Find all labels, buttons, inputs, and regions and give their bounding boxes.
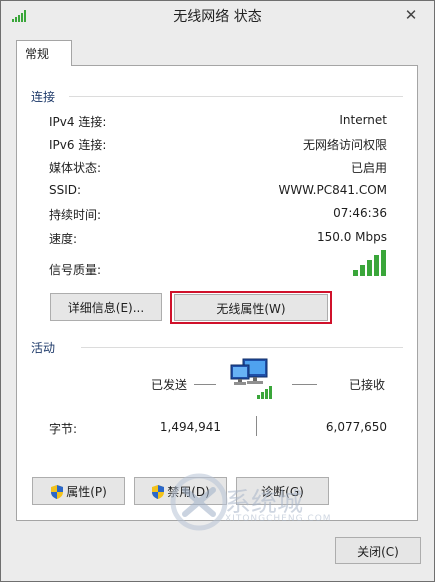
network-computers-icon: [229, 357, 281, 408]
speed-value: 150.0 Mbps: [316, 230, 387, 244]
title-bar[interactable]: 无线网络 状态 ✕: [1, 1, 434, 33]
ipv6-value: 无网络访问权限: [302, 138, 387, 152]
connection-section-title: 连接: [31, 90, 56, 104]
signal-strength-icon: [353, 250, 386, 276]
close-icon[interactable]: ✕: [400, 5, 422, 25]
duration-value: 07:46:36: [333, 206, 387, 220]
uac-shield-icon: [50, 485, 64, 499]
close-button[interactable]: 关闭(C): [335, 537, 421, 564]
wireless-status-dialog: 无线网络 状态 ✕ 常规 连接 IPv4 连接: Internet IPv6 连…: [0, 0, 435, 582]
close-button-label: 关闭(C): [357, 545, 399, 559]
wireless-properties-button[interactable]: 无线属性(W): [174, 294, 328, 321]
wireless-properties-button-label: 无线属性(W): [216, 302, 286, 316]
signal-bar: [381, 250, 386, 276]
duration-label: 持续时间:: [49, 208, 102, 222]
activity-section-title: 活动: [31, 341, 56, 355]
uac-shield-icon: [151, 485, 165, 499]
tab-panel-general: 连接 IPv4 连接: Internet IPv6 连接: 无网络访问权限 媒体…: [16, 65, 418, 531]
watermark-subtext: XITONGCHENG.COM: [225, 514, 332, 524]
media-state-label: 媒体状态:: [49, 161, 102, 175]
details-button-label: 详细信息(E)...: [67, 301, 145, 315]
connection-divider: [69, 96, 403, 97]
signal-quality-label: 信号质量:: [49, 263, 102, 277]
received-label: 已接收: [349, 378, 386, 392]
signal-bar: [367, 260, 372, 276]
received-dash: [292, 384, 317, 385]
media-state-value: 已启用: [350, 161, 387, 175]
sent-dash: [194, 384, 216, 385]
signal-bar: [353, 270, 358, 276]
ssid-label: SSID:: [49, 183, 82, 197]
tab-general-label: 常规: [25, 47, 50, 61]
sent-label: 已发送: [151, 378, 188, 392]
ipv4-label: IPv4 连接:: [49, 115, 107, 129]
watermark-logo: 系统城 XITONGCHENG.COM: [167, 466, 347, 539]
signal-bar: [360, 265, 365, 276]
ssid-value: WWW.PC841.COM: [278, 183, 387, 197]
signal-bar: [374, 255, 379, 276]
properties-button-label: 属性(P): [66, 485, 107, 499]
properties-button[interactable]: 属性(P): [32, 477, 125, 505]
tab-general[interactable]: 常规: [16, 40, 72, 66]
speed-label: 速度:: [49, 232, 78, 246]
ipv4-value: Internet: [339, 113, 387, 127]
bytes-received-value: 6,077,650: [325, 420, 387, 434]
ipv6-label: IPv6 连接:: [49, 138, 107, 152]
details-button[interactable]: 详细信息(E)...: [50, 293, 162, 321]
activity-divider: [81, 347, 403, 348]
window-title: 无线网络 状态: [173, 9, 262, 25]
